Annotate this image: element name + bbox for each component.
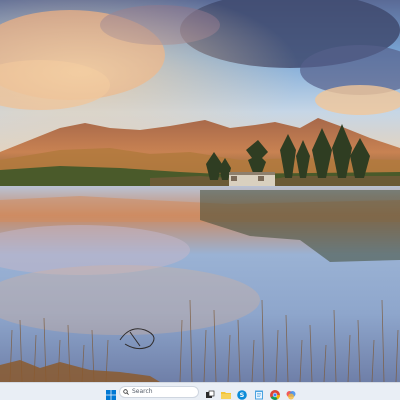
lake-mountain-sunset-wallpaper	[0, 0, 400, 382]
desktop-wallpaper	[0, 0, 400, 382]
taskbar: Search S	[0, 382, 400, 400]
windows-start-icon[interactable]	[105, 386, 117, 400]
file-explorer-icon[interactable]	[220, 386, 232, 399]
photos-icon[interactable]	[285, 386, 297, 400]
task-view-icon[interactable]	[204, 386, 216, 398]
chrome-icon[interactable]	[269, 386, 281, 400]
search-icon	[123, 389, 129, 395]
notepad-icon[interactable]	[253, 386, 265, 400]
search-placeholder: Search	[132, 388, 153, 395]
skype-icon[interactable]: S	[236, 386, 248, 400]
svg-text:S: S	[240, 391, 245, 399]
search-input[interactable]: Search	[119, 386, 199, 398]
